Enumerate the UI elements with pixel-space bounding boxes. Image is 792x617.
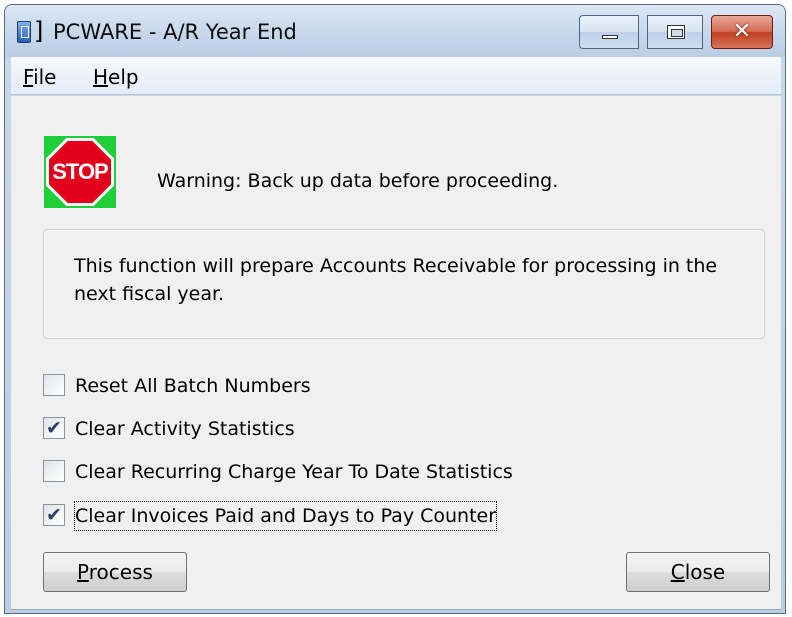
close-window-button[interactable]: ✕ xyxy=(711,15,773,49)
close-button[interactable]: Close xyxy=(626,552,770,592)
menu-file-accel: F xyxy=(23,65,34,89)
menu-bar: File Help xyxy=(11,57,781,95)
maximize-button[interactable] xyxy=(647,15,703,49)
minimize-button[interactable] xyxy=(579,15,639,49)
checkbox[interactable] xyxy=(43,374,65,396)
info-message: This function will prepare Accounts Rece… xyxy=(74,255,718,305)
menu-help-accel: H xyxy=(93,65,109,89)
title-bar[interactable]: ] PCWARE - A/R Year End ✕ xyxy=(5,5,785,57)
menu-file[interactable]: File xyxy=(23,65,56,89)
close-accel: C xyxy=(670,560,685,584)
close-icon: ✕ xyxy=(732,19,752,44)
menu-file-label: ile xyxy=(33,65,57,89)
close-label: lose xyxy=(684,560,726,584)
stop-sign-face: STOP xyxy=(49,141,111,203)
warning-message: Warning: Back up data before proceeding. xyxy=(157,170,559,192)
minimize-icon xyxy=(602,35,618,39)
app-icon-bracket: ] xyxy=(34,17,44,45)
option-label[interactable]: Clear Invoices Paid and Days to Pay Coun… xyxy=(73,501,498,531)
app-icon[interactable] xyxy=(17,21,31,43)
option-label[interactable]: Clear Recurring Charge Year To Date Stat… xyxy=(75,458,513,486)
window-title: PCWARE - A/R Year End xyxy=(53,20,297,44)
menu-help[interactable]: Help xyxy=(93,65,139,89)
stop-sign-icon: STOP xyxy=(44,136,116,208)
checkbox[interactable] xyxy=(43,460,65,482)
app-window: ] PCWARE - A/R Year End ✕ File Help STOP… xyxy=(4,4,786,614)
process-button[interactable]: Process xyxy=(43,552,187,592)
checkbox[interactable] xyxy=(43,503,65,527)
option-label[interactable]: Reset All Batch Numbers xyxy=(75,372,311,400)
process-accel: P xyxy=(77,560,89,584)
process-label: rocess xyxy=(88,560,153,584)
checkbox[interactable] xyxy=(43,416,65,440)
maximize-icon xyxy=(667,25,685,39)
info-panel: This function will prepare Accounts Rece… xyxy=(43,229,765,339)
option-label[interactable]: Clear Activity Statistics xyxy=(75,415,295,443)
menu-help-label: elp xyxy=(108,65,139,89)
dialog-body: STOP Warning: Back up data before procee… xyxy=(11,96,781,610)
